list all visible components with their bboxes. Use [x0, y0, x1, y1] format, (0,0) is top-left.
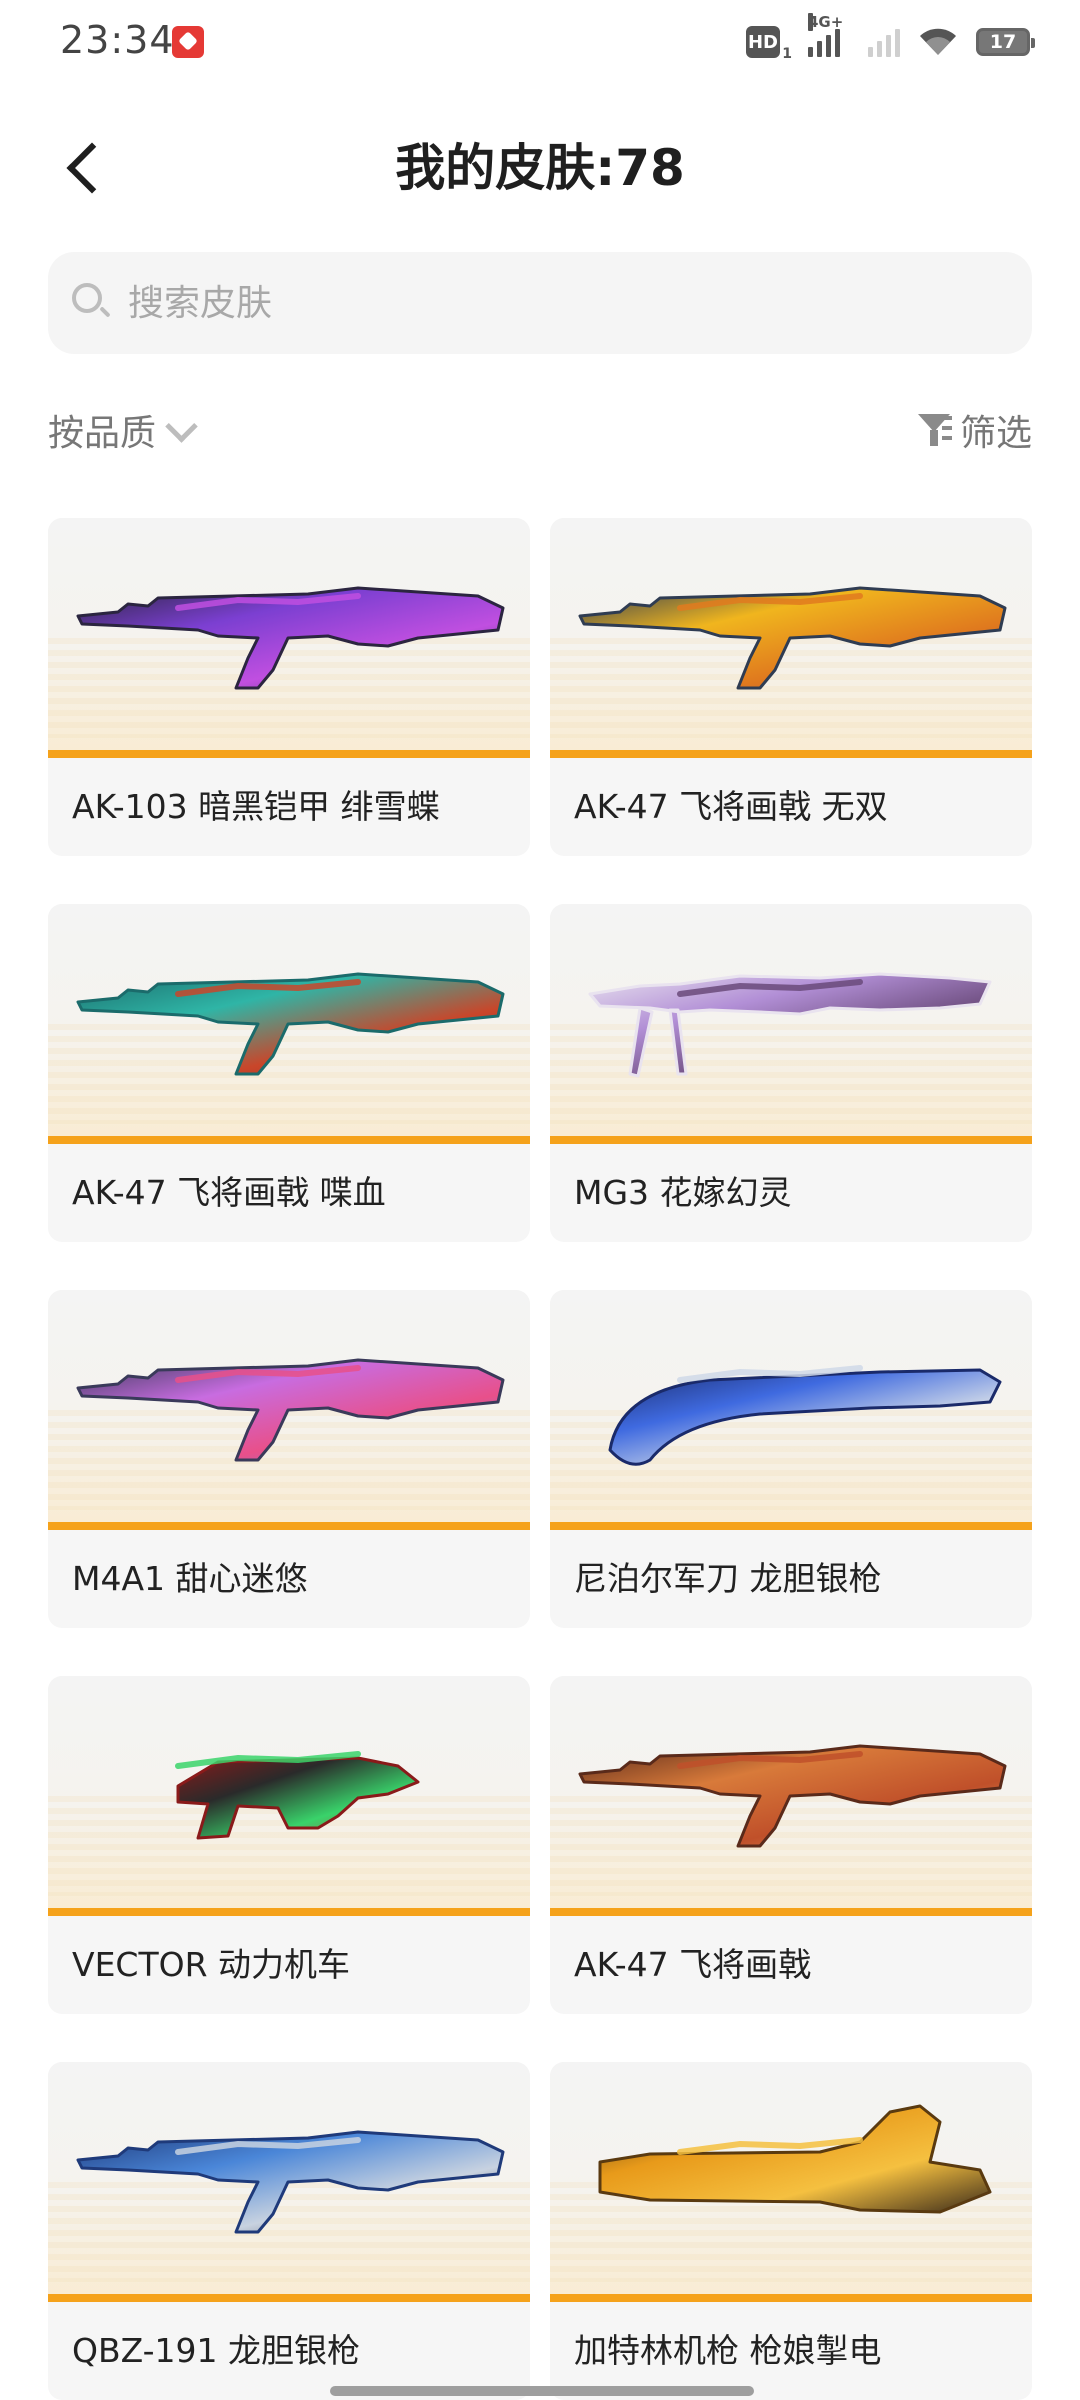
chevron-down-icon: [168, 413, 190, 435]
skin-card[interactable]: QBZ-191 龙胆银枪: [48, 2062, 530, 2400]
skin-card[interactable]: AK-47 飞将画戟 喋血: [48, 904, 530, 1242]
search-box[interactable]: [48, 252, 1032, 354]
card-accent-bar: [48, 1522, 530, 1530]
skin-card[interactable]: MG3 花嫁幻灵: [550, 904, 1032, 1242]
skin-name: AK-47 飞将画戟 无双: [574, 787, 888, 826]
search-input[interactable]: [126, 281, 990, 325]
skin-image: [48, 518, 530, 750]
hd-sub: 1: [782, 46, 792, 62]
card-accent-bar: [550, 1908, 1032, 1916]
skin-name: QBZ-191 龙胆银枪: [72, 2331, 361, 2370]
card-accent-bar: [48, 1136, 530, 1144]
skin-name: AK-47 飞将画戟 喋血: [72, 1173, 386, 1212]
card-accent-bar: [48, 750, 530, 758]
weapon-illustration: [175, 1751, 420, 1840]
notification-app-icon: [172, 26, 204, 58]
skin-name: 尼泊尔军刀 龙胆银枪: [574, 1559, 882, 1598]
hd-voice-icon: HD 1: [746, 26, 792, 62]
card-accent-bar: [550, 2294, 1032, 2302]
skin-image: [550, 2062, 1032, 2294]
status-time: 23:34: [60, 18, 175, 62]
weapon-illustration: [76, 1358, 505, 1462]
page-title: 我的皮肤:78: [395, 139, 685, 197]
card-accent-bar: [550, 750, 1032, 758]
skin-name: VECTOR 动力机车: [72, 1945, 351, 1984]
skin-image: [550, 1676, 1032, 1908]
weapon-body: [608, 1368, 1002, 1466]
skin-image: [48, 1676, 530, 1908]
network-type: 4G+: [808, 13, 844, 31]
skin-card[interactable]: M4A1 甜心迷悠: [48, 1290, 530, 1628]
skin-card[interactable]: 尼泊尔军刀 龙胆银枪: [550, 1290, 1032, 1628]
skin-card[interactable]: AK-103 暗黑铠甲 绯雪蝶: [48, 518, 530, 856]
weapon-illustration: [598, 2104, 992, 2214]
skin-name: M4A1 甜心迷悠: [72, 1559, 308, 1598]
skin-image: [48, 904, 530, 1136]
card-accent-bar: [550, 1136, 1032, 1144]
weapon-body: [598, 2104, 992, 2214]
hd-label: HD: [747, 31, 778, 53]
weapon-illustration: [578, 1744, 1007, 1848]
skin-image: [550, 1290, 1032, 1522]
skin-name: MG3 花嫁幻灵: [574, 1173, 792, 1212]
status-bar: 23:34 HD 1 4G+ 17: [0, 0, 1080, 84]
filter-label: 筛选: [959, 413, 1032, 454]
weapon-body: [176, 1756, 420, 1840]
skin-card[interactable]: AK-47 飞将画戟: [550, 1676, 1032, 2014]
battery-level: 17: [989, 31, 1017, 53]
skin-image: [550, 904, 1032, 1136]
skin-image: [48, 1290, 530, 1522]
home-indicator[interactable]: [330, 2386, 754, 2396]
card-accent-bar: [550, 1522, 1032, 1530]
wifi-icon: [920, 28, 956, 55]
card-accent-bar: [48, 1908, 530, 1916]
card-accent-bar: [48, 2294, 530, 2302]
skin-image: [550, 518, 1032, 750]
skin-name: AK-103 暗黑铠甲 绯雪蝶: [72, 787, 440, 826]
weapon-illustration: [588, 972, 992, 1078]
status-indicators: HD 1 4G+ 17: [746, 13, 1035, 62]
cellular-signal-icon: 4G+: [808, 13, 843, 57]
skin-card[interactable]: AK-47 飞将画戟 无双: [550, 518, 1032, 856]
weapon-illustration: [578, 586, 1007, 690]
secondary-signal-icon: [868, 27, 900, 57]
skin-name: 加特林机枪 枪娘掣电: [574, 2331, 882, 2370]
skin-card[interactable]: 加特林机枪 枪娘掣电: [550, 2062, 1032, 2400]
sort-label: 按品质: [48, 413, 157, 454]
battery-icon: 17: [976, 28, 1035, 56]
weapon-illustration: [76, 972, 505, 1076]
weapon-illustration: [76, 586, 505, 690]
skin-card[interactable]: VECTOR 动力机车: [48, 1676, 530, 2014]
filter-button[interactable]: 筛选: [917, 400, 1032, 460]
search-icon: [72, 283, 112, 323]
sort-by-quality-dropdown[interactable]: 按品质: [48, 400, 190, 460]
skin-grid: AK-103 暗黑铠甲 绯雪蝶 AK-47 飞将画戟 无双 AK-47 飞将画戟…: [48, 518, 1032, 2400]
skin-name: AK-47 飞将画戟: [574, 1945, 812, 1984]
skin-image: [48, 2062, 530, 2294]
weapon-illustration: [608, 1365, 1002, 1466]
filter-icon: [917, 412, 952, 448]
weapon-illustration: [76, 2130, 505, 2234]
